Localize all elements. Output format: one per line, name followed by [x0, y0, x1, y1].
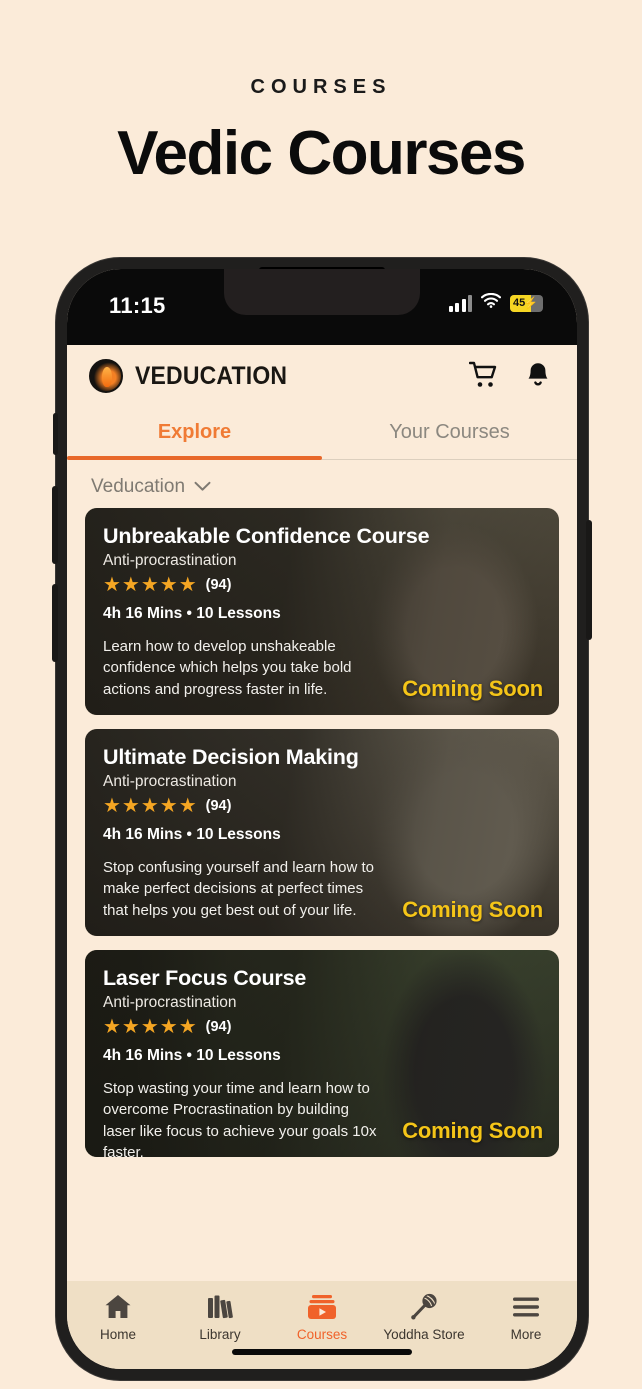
phone-frame: 11:15 45 ⚡ VEDUCATION Explore Your Cours… — [52, 258, 592, 1380]
charging-bolt-icon: ⚡ — [523, 295, 538, 310]
mute-switch-button[interactable] — [53, 413, 58, 455]
course-rating: ★★★★★ (94) — [103, 575, 541, 595]
course-card-body: Unbreakable Confidence Course Anti-procr… — [85, 508, 559, 700]
star-rating-icon: ★★★★★ — [103, 574, 198, 596]
mace-icon — [373, 1292, 475, 1322]
rating-count: (94) — [205, 1019, 232, 1035]
course-description: Stop confusing yourself and learn how to… — [103, 859, 375, 919]
course-category: Anti-procrastination — [103, 552, 237, 569]
status-badge: Coming Soon — [402, 1118, 543, 1143]
cellular-signal-icon — [448, 294, 472, 312]
tab-explore[interactable]: Explore — [67, 407, 322, 460]
star-rating-icon: ★★★★★ — [103, 795, 198, 817]
nav-label: Library — [199, 1327, 241, 1342]
nav-item-more[interactable]: More — [475, 1292, 577, 1342]
status-bar: 11:15 45 ⚡ — [67, 269, 577, 345]
course-rating: ★★★★★ (94) — [103, 1017, 541, 1037]
category-filter-label: Veducation — [91, 476, 186, 497]
notification-bell-icon[interactable] — [525, 361, 555, 391]
status-badge: Coming Soon — [402, 897, 543, 922]
hamburger-menu-icon — [475, 1292, 577, 1322]
shopping-cart-icon[interactable] — [468, 361, 499, 391]
display-notch — [224, 269, 420, 315]
course-category: Anti-procrastination — [103, 994, 237, 1011]
phone-screen: 11:15 45 ⚡ VEDUCATION Explore Your Cours… — [67, 269, 577, 1369]
status-indicators: 45 ⚡ — [448, 292, 543, 313]
power-button[interactable] — [586, 520, 592, 640]
page-title: Vedic Courses — [117, 119, 526, 188]
course-title: Laser Focus Course — [103, 966, 307, 990]
course-card-body: Ultimate Decision Making Anti-procrastin… — [85, 729, 559, 921]
status-badge: Coming Soon — [402, 676, 543, 701]
course-meta: 4h 16 Mins • 10 Lessons — [103, 1047, 281, 1064]
active-tab-underline — [67, 456, 322, 460]
home-indicator[interactable] — [232, 1349, 412, 1355]
nav-label: More — [510, 1327, 542, 1342]
course-card-list: Unbreakable Confidence Course Anti-procr… — [67, 508, 577, 1157]
course-description: Learn how to develop unshakeable confide… — [103, 638, 352, 698]
course-card[interactable]: Ultimate Decision Making Anti-procrastin… — [85, 729, 559, 936]
eyebrow-text: COURSES — [250, 76, 392, 98]
nav-label: Home — [99, 1327, 136, 1342]
battery-charging-icon: 45 ⚡ — [510, 294, 543, 312]
tab-your-courses[interactable]: Your Courses — [322, 407, 577, 460]
nav-item-home[interactable]: Home — [67, 1292, 169, 1342]
nav-label: Courses — [296, 1327, 348, 1342]
poster-canvas: COURSES Vedic Courses 11:15 45 ⚡ VEDUCAT… — [0, 0, 642, 1389]
course-card[interactable]: Laser Focus Course Anti-procrastination … — [85, 950, 559, 1157]
course-title: Unbreakable Confidence Course — [103, 524, 430, 548]
nav-item-library[interactable]: Library — [169, 1292, 271, 1342]
course-rating: ★★★★★ (94) — [103, 796, 541, 816]
brand-name: VEDUCATION — [135, 361, 288, 390]
app-header: VEDUCATION — [67, 345, 577, 407]
books-icon — [169, 1292, 271, 1322]
course-category: Anti-procrastination — [103, 773, 237, 790]
wifi-icon — [480, 292, 502, 313]
volume-down-button[interactable] — [52, 584, 58, 662]
category-filter-dropdown[interactable]: Veducation — [67, 460, 577, 508]
course-tabs: Explore Your Courses — [67, 407, 577, 460]
star-rating-icon: ★★★★★ — [103, 1016, 198, 1038]
veduction-flame-logo-icon — [89, 359, 123, 393]
course-meta: 4h 16 Mins • 10 Lessons — [103, 605, 281, 622]
nav-label: Yoddha Store — [383, 1327, 465, 1342]
status-clock: 11:15 — [109, 293, 166, 318]
video-player-icon — [271, 1292, 373, 1322]
header-actions — [468, 361, 555, 391]
course-card[interactable]: Unbreakable Confidence Course Anti-procr… — [85, 508, 559, 715]
nav-item-courses[interactable]: Courses — [271, 1292, 373, 1342]
rating-count: (94) — [205, 577, 232, 593]
bottom-navigation-bar: Home Library Courses Yoddha Store More — [67, 1281, 577, 1369]
course-title: Ultimate Decision Making — [103, 745, 359, 769]
nav-item-yoddha-store[interactable]: Yoddha Store — [373, 1292, 475, 1342]
course-description: Stop wasting your time and learn how to … — [103, 1080, 377, 1157]
rating-count: (94) — [205, 798, 232, 814]
volume-up-button[interactable] — [52, 486, 58, 564]
home-icon — [67, 1292, 169, 1322]
chevron-down-icon — [194, 476, 211, 498]
course-meta: 4h 16 Mins • 10 Lessons — [103, 826, 281, 843]
